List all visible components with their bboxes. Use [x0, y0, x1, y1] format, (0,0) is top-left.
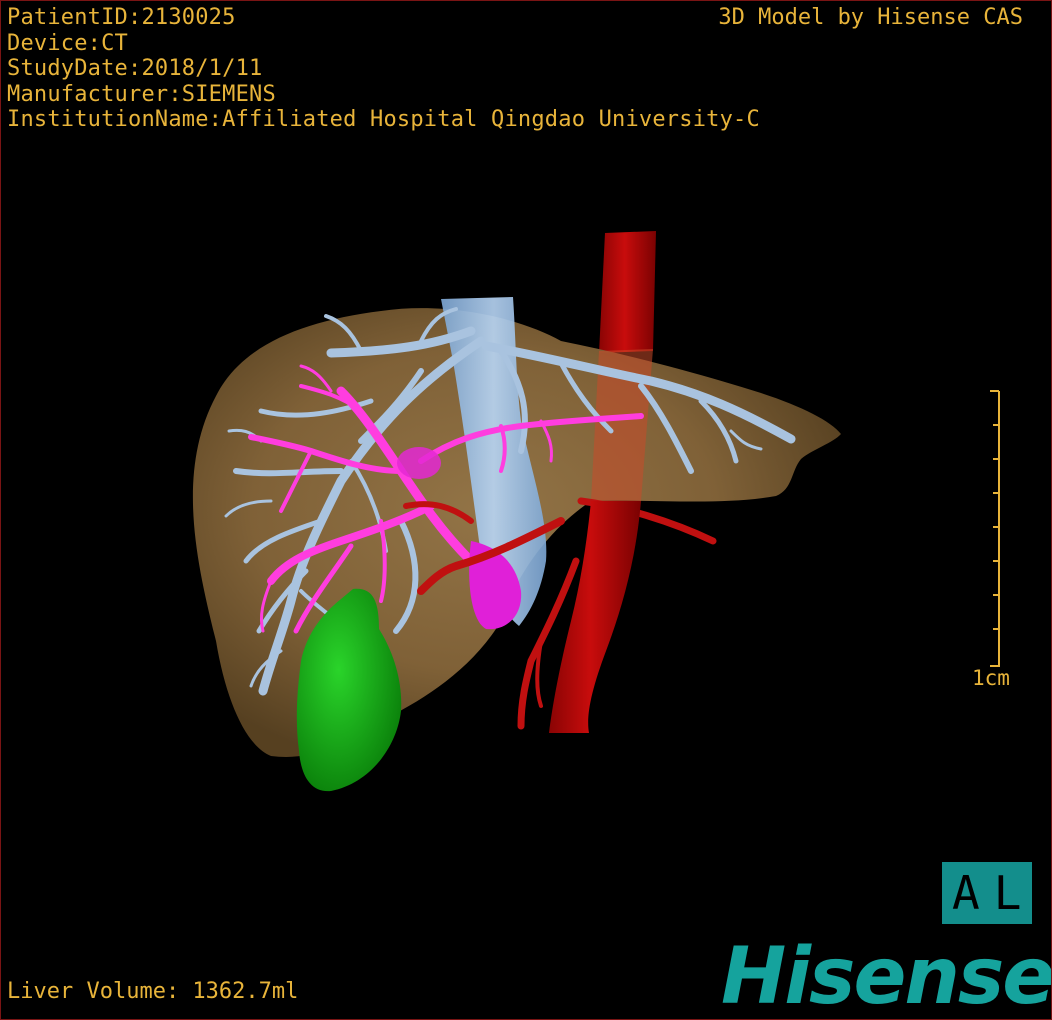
portal-confluence — [397, 447, 441, 479]
orientation-indicator[interactable]: AL — [942, 862, 1032, 924]
study-date-label: StudyDate:2018/1/11 — [7, 56, 263, 81]
liver-volume-label: Liver Volume: 1362.7ml — [7, 979, 299, 1004]
patient-id-label: PatientID:2130025 — [7, 5, 236, 30]
scale-bar — [990, 390, 1000, 667]
model-credit-label: 3D Model by Hisense CAS — [718, 5, 1023, 30]
aorta-upper — [599, 231, 656, 353]
institution-label: InstitutionName:Affiliated Hospital Qing… — [7, 107, 760, 132]
manufacturer-label: Manufacturer:SIEMENS — [7, 81, 276, 107]
aorta-lower — [549, 501, 641, 733]
dicom-info-overlay: PatientID:2130025 Device:CT StudyDate:20… — [7, 5, 760, 133]
liver-3d-model[interactable] — [1, 1, 1052, 1020]
device-label: Device:CT — [7, 30, 129, 56]
hisense-logo: Hisense — [721, 932, 1052, 1020]
3d-viewport[interactable]: PatientID:2130025 Device:CT StudyDate:20… — [0, 0, 1052, 1020]
scale-bar-label: 1cm — [972, 666, 1010, 690]
